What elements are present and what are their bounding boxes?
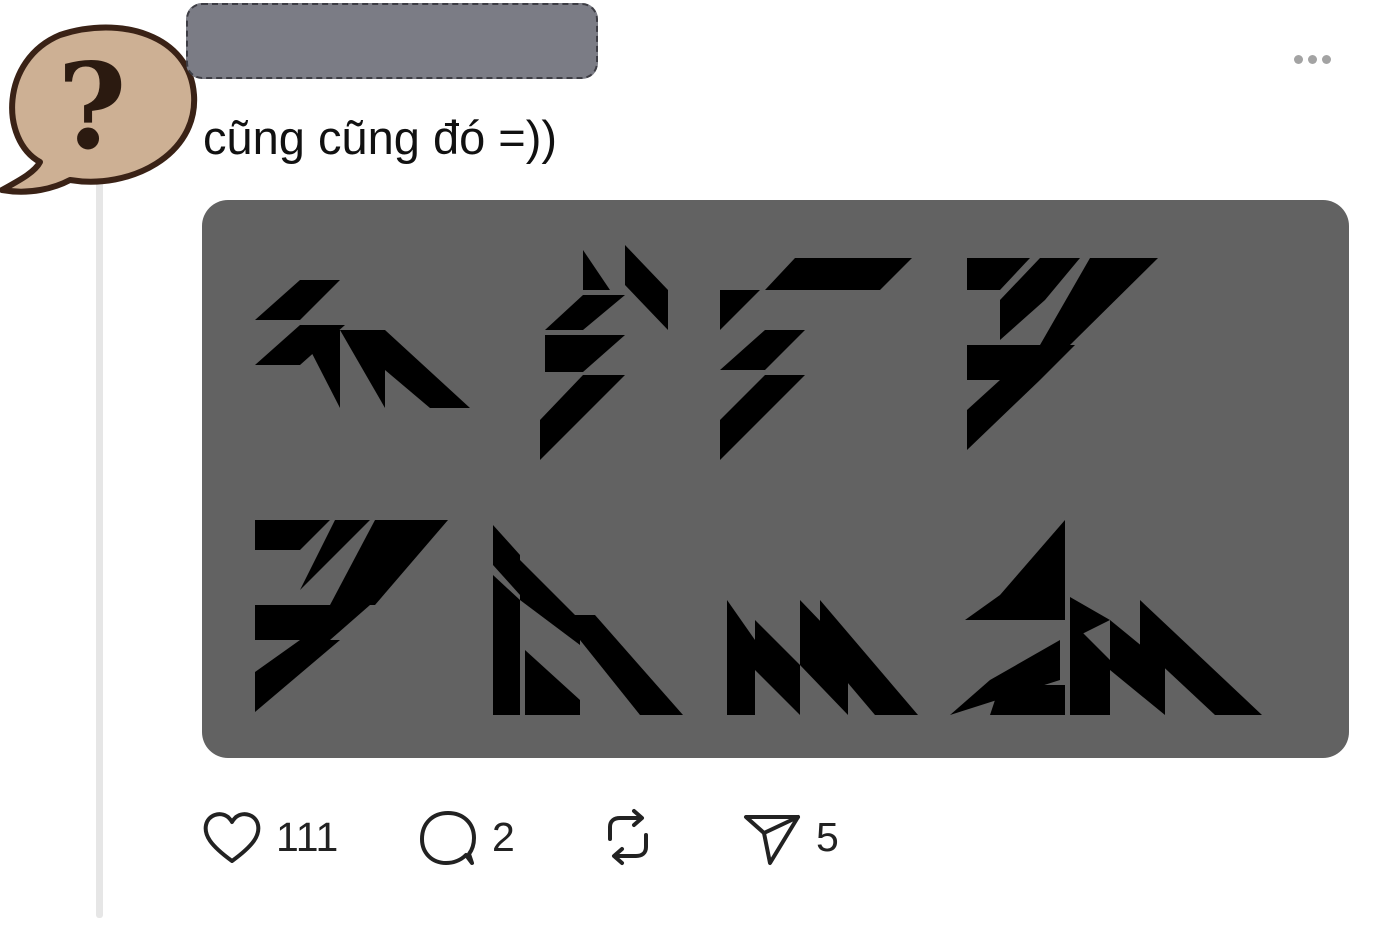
post-actions: 111 2 5 bbox=[200, 800, 900, 874]
heart-icon bbox=[203, 812, 261, 863]
redacted-username bbox=[186, 3, 598, 79]
glyph-shape bbox=[255, 280, 470, 408]
share-count: 5 bbox=[816, 813, 839, 860]
post-text: cũng cũng đó =)) bbox=[203, 111, 558, 164]
thread-connector-line bbox=[96, 180, 103, 918]
glyph-shape bbox=[727, 600, 918, 715]
ellipsis-dot bbox=[1307, 54, 1317, 64]
glyph-shape bbox=[967, 258, 1158, 450]
glyph-shape bbox=[720, 258, 912, 460]
stylized-glyph-artwork bbox=[255, 245, 1262, 715]
glyph-shape bbox=[950, 520, 1262, 715]
speech-bubble-icon bbox=[420, 811, 476, 865]
reply-count: 2 bbox=[492, 813, 515, 860]
like-count: 111 bbox=[276, 813, 339, 860]
thread-post: ? cũng cũng đó =)) 111 2 5 bbox=[0, 0, 1390, 927]
question-speech-bubble-icon: ? bbox=[0, 24, 198, 195]
reply-button[interactable]: 2 bbox=[416, 800, 515, 874]
glyph-shape bbox=[540, 245, 668, 460]
ellipsis-dot bbox=[1321, 54, 1331, 64]
glyph-shape bbox=[493, 525, 683, 715]
repost-button[interactable] bbox=[596, 800, 660, 874]
glyph-shape bbox=[255, 520, 448, 712]
more-options-button[interactable] bbox=[1284, 44, 1340, 74]
paper-plane-icon bbox=[744, 815, 800, 865]
share-button[interactable]: 5 bbox=[740, 800, 839, 874]
ellipsis-icon bbox=[1293, 54, 1303, 64]
repost-arrows-icon bbox=[608, 809, 648, 865]
avatar[interactable]: ? bbox=[0, 20, 200, 200]
avatar-glyph: ? bbox=[57, 37, 126, 176]
post-image[interactable] bbox=[202, 200, 1349, 758]
like-button[interactable]: 111 bbox=[200, 800, 338, 874]
